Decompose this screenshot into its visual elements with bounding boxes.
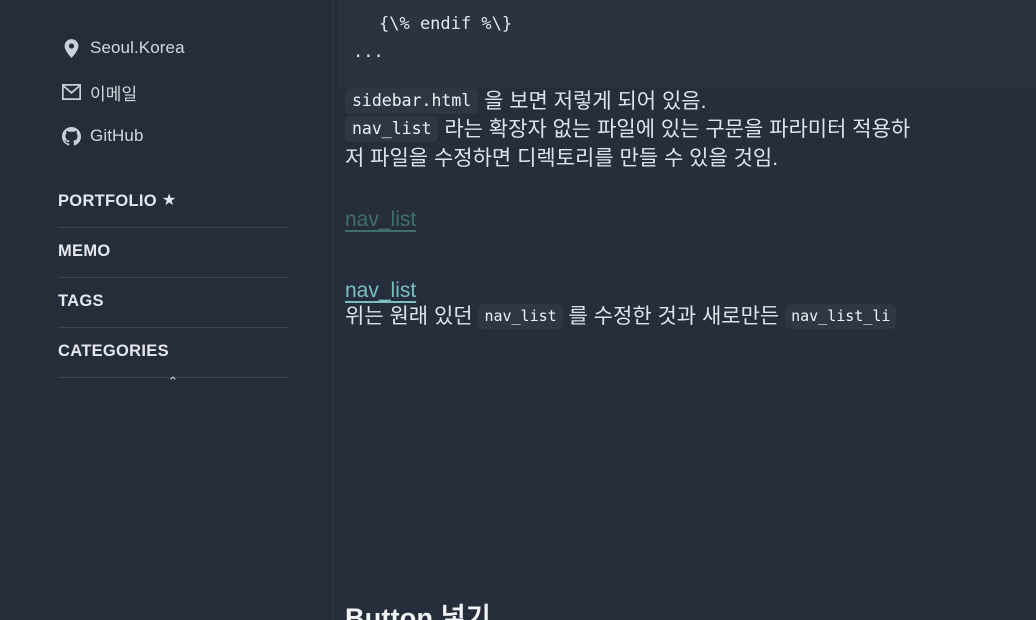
sidebar-item-tags[interactable]: TAGS [58, 278, 288, 328]
link-nav-list-unvisited[interactable]: nav_list [345, 279, 416, 302]
sidebar-item-label-memo: MEMO [58, 242, 111, 260]
sidebar: Seoul.Korea 이메일 GitHub PORTFOLIO ★ MEMO … [0, 0, 333, 620]
star-icon: ★ [161, 192, 177, 209]
sidebar-item-categories[interactable]: CATEGORIES ⌃ [58, 328, 288, 389]
sidebar-item-label-portfolio: PORTFOLIO [58, 192, 157, 210]
main-content: {\% endif %\} ... sidebar.html 을 보면 저렇게 … [333, 0, 1036, 620]
paragraph-4-middle: 를 수정한 것과 새로만든 [568, 305, 780, 329]
blog-page: Seoul.Korea 이메일 GitHub PORTFOLIO ★ MEMO … [0, 0, 1036, 620]
contact-item-email[interactable]: 이메일 [0, 70, 332, 114]
inline-code-nav-list-2: nav_list [478, 304, 563, 330]
code-line-1: {\% endif %\} [379, 14, 513, 34]
contact-item-location[interactable]: Seoul.Korea [0, 26, 332, 70]
contact-item-github[interactable]: GitHub [0, 114, 332, 158]
paragraph-nav-list: nav_list 라는 확장자 없는 파일에 있는 구문을 파라미터 적용하 [339, 116, 1036, 144]
inline-code-sidebar-html: sidebar.html [345, 88, 479, 114]
inline-code-nav-list: nav_list [345, 116, 439, 143]
location-pin-icon [61, 38, 81, 58]
link-nav-list-visited[interactable]: nav_list [345, 208, 416, 231]
contact-label-email: 이메일 [90, 84, 138, 104]
sidebar-nav: PORTFOLIO ★ MEMO TAGS CATEGORIES ⌃ [0, 158, 332, 389]
chevron-up-icon[interactable]: ⌃ [168, 376, 179, 389]
inline-code-nav-list-li: nav_list_li [785, 304, 897, 330]
sidebar-item-label-categories: CATEGORIES [58, 342, 169, 360]
paragraph-sidebar-html: sidebar.html 을 보면 저렇게 되어 있음. [339, 88, 1036, 116]
paragraph-3-text: 저 파일을 수정하면 디렉토리를 만들 수 있을 것임. [345, 146, 779, 170]
sidebar-item-label-tags: TAGS [58, 292, 104, 310]
paragraph-directory: 저 파일을 수정하면 디렉토리를 만들 수 있을 것임. [339, 145, 1036, 173]
contact-label-location: Seoul.Korea [90, 38, 185, 57]
sidebar-item-memo[interactable]: MEMO [58, 228, 288, 278]
paragraph-2-text: 라는 확장자 없는 파일에 있는 구문을 파라미터 적용하 [444, 118, 911, 142]
contact-label-github: GitHub [90, 126, 144, 145]
link-row-visited: nav_list [339, 208, 1036, 232]
link-row-unvisited: nav_list [339, 279, 1036, 303]
envelope-icon [61, 82, 81, 102]
code-line-2: ... [353, 42, 384, 63]
post-body: {\% endif %\} ... sidebar.html 을 보면 저렇게 … [333, 0, 1036, 620]
paragraph-comparison: 위는 원래 있던 nav_list 를 수정한 것과 새로만든 nav_list… [339, 303, 1036, 331]
paragraph-4-prefix: 위는 원래 있던 [345, 305, 473, 329]
code-block-text: {\% endif %\} ... [339, 0, 1036, 74]
paragraph-1-text: 을 보면 저렇게 되어 있음. [484, 90, 707, 113]
section-heading-button: Button 넣기 [345, 603, 491, 620]
sidebar-item-portfolio[interactable]: PORTFOLIO ★ [58, 178, 288, 228]
code-block: {\% endif %\} ... [339, 0, 1036, 88]
contact-list: Seoul.Korea 이메일 GitHub [0, 0, 332, 158]
github-icon [61, 126, 81, 146]
